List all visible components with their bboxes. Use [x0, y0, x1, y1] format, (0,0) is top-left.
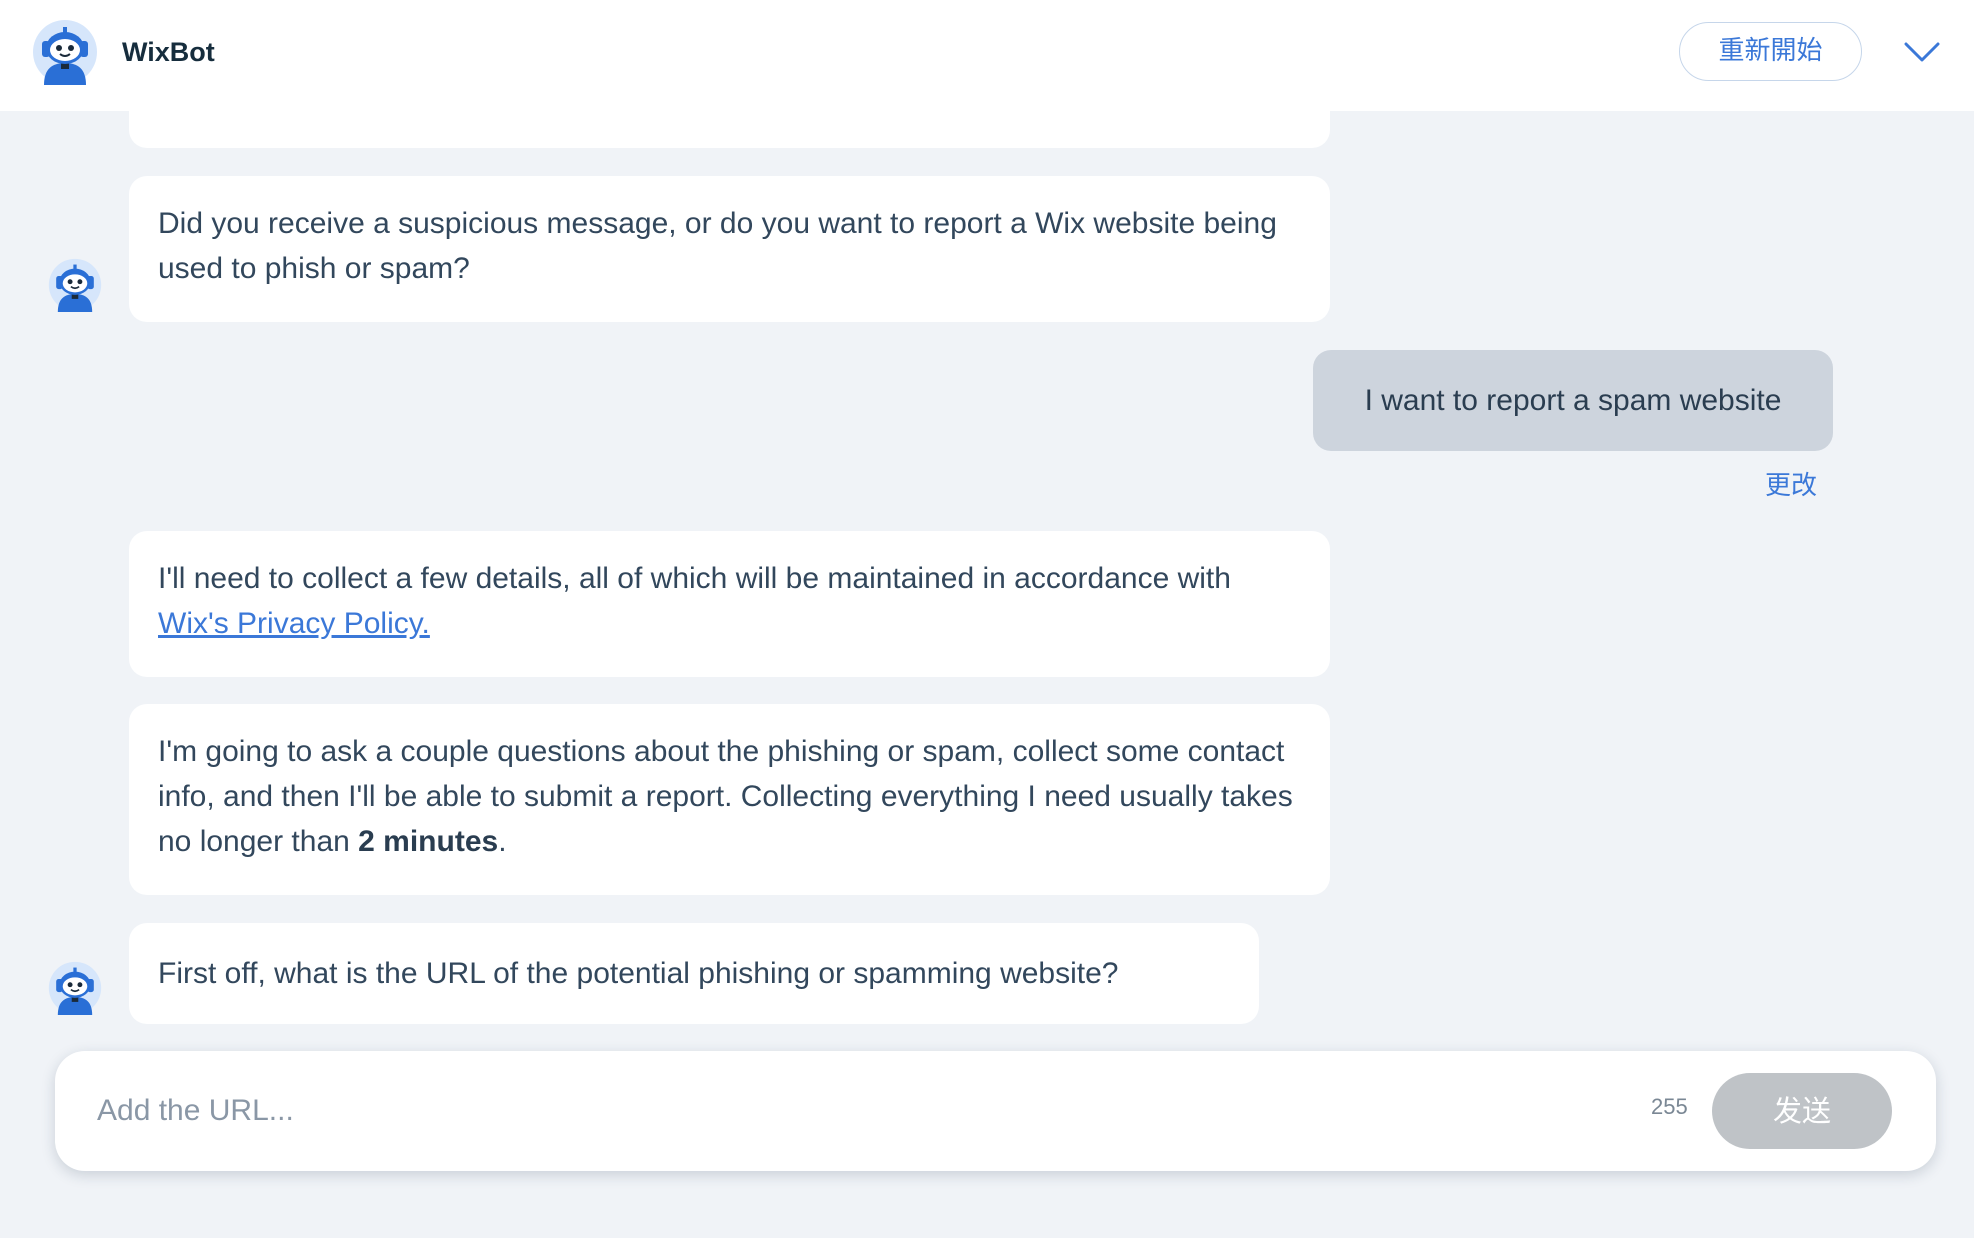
bot-message-previous — [129, 100, 1330, 148]
bot-message-text: I'm going to ask a couple questions abou… — [158, 735, 1293, 858]
bot-message-end: . — [498, 825, 507, 858]
bot-message-text: I'll need to collect a few details, all … — [158, 562, 1231, 595]
bot-message: I'll need to collect a few details, all … — [129, 531, 1330, 677]
bot-message-text: Did you receive a suspicious message, or… — [158, 207, 1277, 285]
bot-message-bold: 2 minutes — [358, 825, 499, 858]
message-composer: 255 发送 — [55, 1051, 1936, 1171]
edit-answer-link[interactable]: 更改 — [1765, 465, 1817, 502]
robot-avatar-icon — [48, 258, 102, 312]
url-input[interactable] — [95, 1081, 1645, 1141]
robot-avatar-icon — [32, 19, 98, 85]
bot-name: WixBot — [122, 37, 215, 67]
restart-button[interactable]: 重新開始 — [1679, 22, 1862, 81]
chevron-down-icon[interactable] — [1900, 32, 1944, 72]
character-counter: 255 — [1651, 1094, 1688, 1119]
bot-message: I'm going to ask a couple questions abou… — [129, 704, 1330, 895]
chat-header: WixBot 重新開始 — [0, 0, 1974, 111]
bot-message-text: First off, what is the URL of the potent… — [158, 957, 1119, 990]
bot-message: First off, what is the URL of the potent… — [129, 923, 1259, 1024]
bot-message: Did you receive a suspicious message, or… — [129, 176, 1330, 322]
send-button[interactable]: 发送 — [1712, 1073, 1892, 1149]
robot-avatar-icon — [48, 961, 102, 1015]
user-message: I want to report a spam website — [1313, 350, 1833, 451]
privacy-policy-link[interactable]: Wix's Privacy Policy. — [158, 607, 430, 640]
